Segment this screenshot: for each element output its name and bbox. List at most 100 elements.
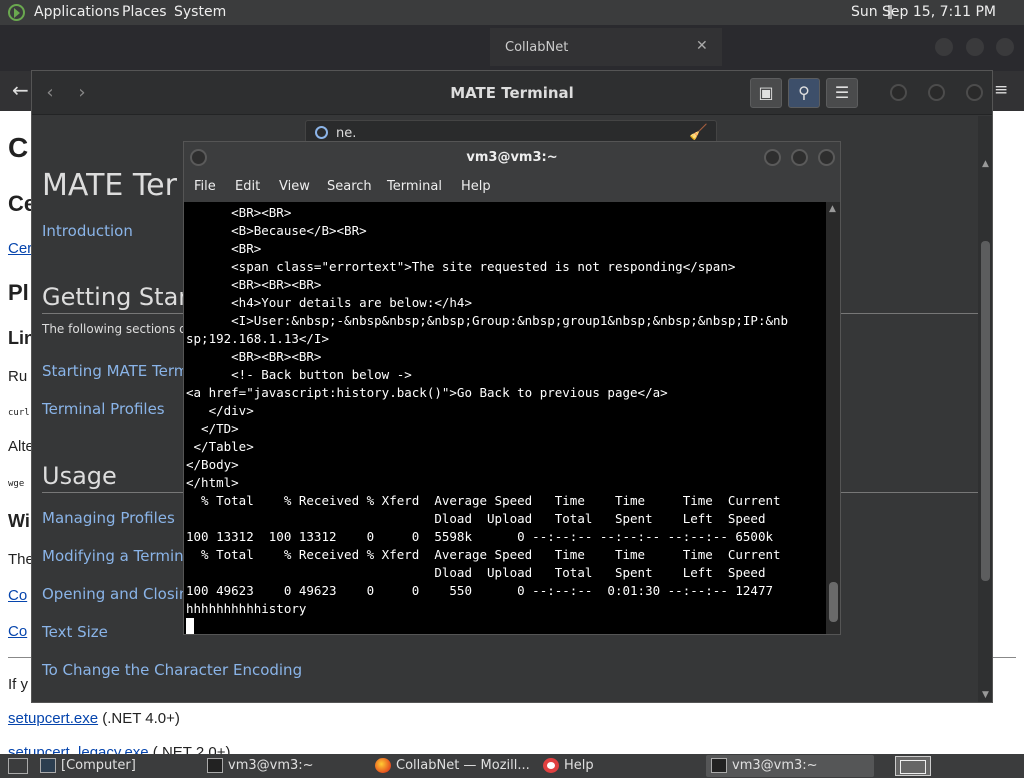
clock[interactable]: Sun Sep 15, 7:11 PM [851,4,996,20]
close-button[interactable] [966,84,983,101]
minimize-button[interactable] [935,38,953,56]
hamburger-menu-icon[interactable]: ≡ [994,80,1008,100]
help-link-opening[interactable]: Opening and Closing [42,585,198,603]
maximize-button[interactable] [928,84,945,101]
scroll-down-icon[interactable]: ▼ [982,690,989,700]
page-text: Alte [8,438,34,455]
terminal-line: Dload Upload Total Spent Left Speed [186,511,766,526]
page-link[interactable]: Co [8,587,27,604]
terminal-line: <!- Back button below -> [186,367,412,382]
task-terminal-active[interactable]: vm3@vm3:~ [706,755,874,777]
find-input-text[interactable]: ne. [336,126,356,141]
maximize-button[interactable] [791,149,808,166]
task-terminal[interactable]: vm3@vm3:~ [202,755,367,777]
terminal-icon [207,758,223,773]
terminal-line: Dload Upload Total Spent Left Speed [186,565,766,580]
terminal-line: <span class="errortext">The site request… [186,259,736,274]
show-desktop-icon[interactable] [8,758,28,774]
search-button[interactable]: ⚲ [788,78,820,108]
terminal-titlebar[interactable]: vm3@vm3:~ [184,142,840,174]
terminal-line: </div> [186,403,254,418]
task-label: vm3@vm3:~ [228,758,314,773]
terminal-line: <I>User:&nbsp;-&nbsp&nbsp;&nbsp;Group:&n… [186,313,789,328]
firefox-icon [375,758,391,773]
workspace-switcher[interactable] [895,756,931,776]
terminal-line: </Table> [186,439,254,454]
setupcert-suffix: (.NET 4.0+) [98,710,180,727]
page-heading: Pl [8,280,29,305]
terminal-line: sp;192.168.1.13</I> [186,331,329,346]
help-link-introduction[interactable]: Introduction [42,222,133,240]
download-link-row: setupcert.exe (.NET 4.0+) [8,710,180,727]
terminal-title: vm3@vm3:~ [466,150,558,165]
menu-search[interactable]: Search [327,179,372,194]
setupcert-link[interactable]: setupcert.exe [8,710,98,727]
scroll-up-icon[interactable]: ▲ [982,159,989,169]
close-button[interactable] [818,149,835,166]
page-link[interactable]: Co [8,623,27,640]
minimize-button[interactable] [890,84,907,101]
terminal-line: </TD> [186,421,239,436]
menu-terminal[interactable]: Terminal [387,179,442,194]
search-icon [315,126,328,139]
page-title: C [8,132,29,163]
help-section-title: Getting Star [42,283,189,311]
terminal-line: <BR><BR><BR> [186,277,322,292]
help-link-profiles[interactable]: Terminal Profiles [42,400,165,418]
back-arrow-icon[interactable]: ← [12,78,29,102]
bookmark-button[interactable]: ▣ [750,78,782,108]
menu-file[interactable]: File [194,179,216,194]
help-link-managing[interactable]: Managing Profiles [42,509,175,527]
help-link-starting[interactable]: Starting MATE Term [42,362,188,380]
tab-close-icon[interactable]: ✕ [696,38,708,54]
page-text: Ru [8,368,28,385]
terminal-line: 100 49623 0 49623 0 0 550 0 --:--:-- 0:0… [186,583,773,598]
menu-view[interactable]: View [279,179,310,194]
applications-menu[interactable]: Applications [34,4,120,20]
firefox-tab-title: CollabNet [505,40,569,55]
terminal-line: <h4>Your details are below:</h4> [186,295,472,310]
task-help[interactable]: Help [538,755,703,777]
clear-icon[interactable]: 🧹 [689,123,708,141]
terminal-scroll-thumb[interactable] [829,582,838,622]
page-code: wge [8,479,25,489]
page-heading: Wi [8,511,30,531]
menu-help[interactable]: Help [461,179,491,194]
help-section-title: Usage [42,462,117,490]
task-label: CollabNet — Mozill... [396,758,530,773]
help-link-modifying[interactable]: Modifying a Termina [42,547,193,565]
terminal-scrollbar[interactable] [826,202,840,634]
close-button[interactable] [996,38,1014,56]
terminal-output[interactable]: <BR><BR> <B>Because</B><BR> <BR> <span c… [184,202,826,634]
terminal-cursor [186,618,194,634]
top-panel: Applications Places System Sun Sep 15, 7… [0,0,1024,25]
help-icon [543,758,559,773]
menu-edit[interactable]: Edit [235,179,260,194]
help-header-bar: ‹ › MATE Terminal ▣ ⚲ ☰ [32,71,992,115]
places-menu[interactable]: Places [122,4,167,20]
help-link-encoding[interactable]: To Change the Character Encoding [42,661,302,679]
page-text: If y [8,676,29,693]
help-menu-button[interactable]: ☰ [826,78,858,108]
system-menu[interactable]: System [174,4,226,20]
task-label: [Computer] [61,758,136,773]
mate-logo-icon[interactable] [8,4,25,21]
task-computer[interactable]: [Computer] [35,755,200,777]
scroll-up-icon[interactable]: ▲ [829,204,836,214]
help-link-text-size[interactable]: Text Size [42,623,108,641]
page-link[interactable]: Cer [8,240,32,257]
help-scroll-thumb[interactable] [981,241,990,581]
minimize-button[interactable] [764,149,781,166]
computer-icon [40,758,56,773]
task-firefox[interactable]: CollabNet — Mozill... [370,755,535,777]
terminal-line: hhhhhhhhhhistory [186,601,307,616]
task-label: vm3@vm3:~ [732,758,818,773]
maximize-button[interactable] [966,38,984,56]
help-text: The following sections de [42,322,195,336]
terminal-icon [711,758,727,773]
terminal-line: <B>Because</B><BR> [186,223,367,238]
terminal-line: <BR><BR> [186,205,292,220]
taskbar: [Computer] vm3@vm3:~ CollabNet — Mozill.… [0,754,1024,778]
terminal-line: </Body> [186,457,239,472]
terminal-text: <BR><BR> <B>Because</B><BR> <BR> <span c… [186,204,788,618]
